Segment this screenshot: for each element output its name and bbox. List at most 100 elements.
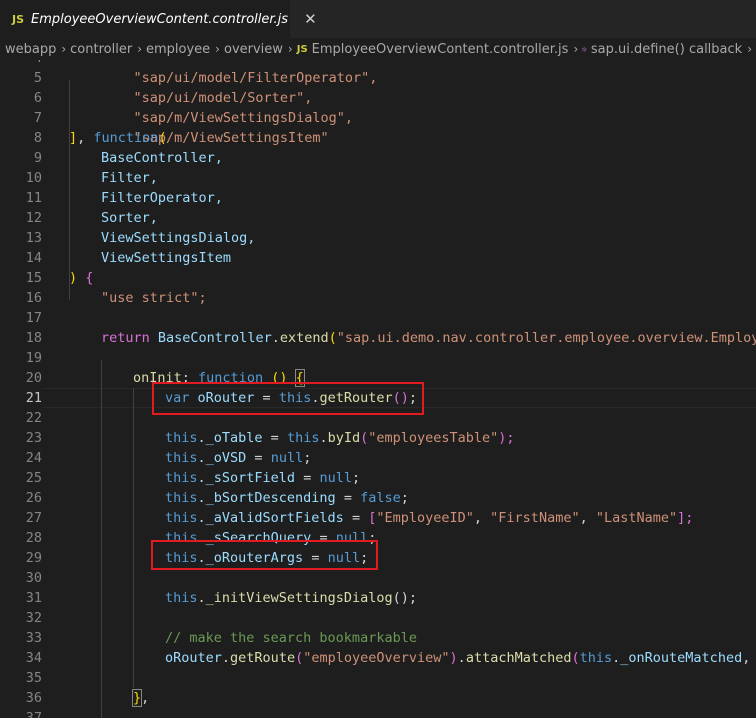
- keyword-token: return: [101, 330, 150, 346]
- line-number: 21: [25, 390, 42, 406]
- line-number: 33: [25, 630, 42, 646]
- line-number: 30: [25, 570, 42, 586]
- string-token: "employeesTable": [368, 430, 499, 446]
- breadcrumb-item-symbol[interactable]: sap.ui.define() callback: [591, 42, 742, 57]
- keyword-token: this: [165, 450, 198, 466]
- function-token: byId: [327, 430, 361, 446]
- property-token: ._sSortField: [197, 470, 296, 486]
- breadcrumb-item-controller[interactable]: controller: [70, 42, 132, 57]
- code-line: "sap/ui/model/FilterOperator",: [101, 60, 378, 86]
- chevron-right-icon: ›: [747, 42, 752, 56]
- punctuation-token: .: [221, 650, 231, 666]
- code-editor[interactable]: 4 5 6 7 8 9 10 11 12 13 14 15 16 17 18 1…: [0, 60, 756, 718]
- bracket-token: ): [449, 650, 458, 666]
- line-number: 15: [25, 270, 42, 286]
- punctuation-token: ,: [579, 510, 596, 526]
- punctuation-token: , t: [742, 650, 751, 666]
- code-line: Filter,: [101, 168, 158, 188]
- keyword-token: null: [319, 470, 352, 486]
- code-line: "sap/m/ViewSettingsDialog",: [101, 88, 353, 126]
- line-number: 36: [25, 690, 42, 706]
- close-icon[interactable]: ✕: [304, 10, 317, 28]
- keyword-token: null: [270, 450, 304, 466]
- code-line: // make the search bookmarkable: [165, 628, 417, 648]
- punctuation-token: .: [319, 430, 328, 446]
- line-number: 32: [25, 610, 42, 626]
- punctuation-token: ,: [473, 510, 491, 526]
- code-line: "sap/ui/model/Sorter",: [101, 68, 313, 106]
- code-line: this._aValidSortFields = ["EmployeeID", …: [165, 508, 693, 528]
- editor-tab[interactable]: JS EmployeeOverviewContent.controller.js…: [0, 0, 317, 38]
- tab-title: EmployeeOverviewContent.controller.js: [31, 11, 289, 27]
- indent-guide: [133, 388, 134, 688]
- bracket-token: ]: [69, 130, 78, 146]
- function-token: attachMatched: [465, 650, 572, 666]
- code-line: "sap/m/ViewSettingsItem": [101, 108, 329, 146]
- code-line: return BaseController.extend("sap.ui.dem…: [101, 328, 756, 348]
- bracket-token: (: [158, 130, 167, 146]
- javascript-file-icon: JS: [12, 12, 25, 26]
- chevron-right-icon: ›: [61, 42, 67, 56]
- string-token: "FirstName": [490, 510, 580, 526]
- bracket-token: ): [69, 270, 78, 286]
- code-line: FilterOperator,: [101, 188, 223, 208]
- punctuation-token: ();: [392, 590, 417, 606]
- bracket-token: }: [131, 689, 143, 707]
- line-number: 18: [25, 330, 42, 346]
- javascript-file-icon: JS: [296, 43, 308, 55]
- line-number: 28: [25, 530, 42, 546]
- chevron-right-icon: ›: [573, 42, 579, 56]
- punctuation-token: ;: [351, 470, 361, 486]
- breadcrumb-item-webapp[interactable]: webapp: [5, 42, 56, 57]
- property-token: ._oVSD: [197, 450, 247, 466]
- breadcrumb-item-overview[interactable]: overview: [224, 42, 283, 57]
- punctuation-token: .: [271, 330, 280, 346]
- keyword-token: function: [93, 130, 159, 146]
- parameter-token: BaseController,: [101, 150, 223, 166]
- line-number: 31: [25, 590, 42, 606]
- operator-token: =: [343, 510, 369, 526]
- operator-token: =: [262, 430, 287, 446]
- function-token: extend: [279, 330, 329, 346]
- breadcrumb-item-file[interactable]: EmployeeOverviewContent.controller.js: [312, 42, 569, 57]
- keyword-token: this: [165, 590, 198, 606]
- property-token: ._aValidSortFields: [197, 510, 344, 526]
- line-number: 11: [25, 190, 42, 206]
- code-line: ) {: [69, 268, 93, 288]
- code-line: Sorter,: [101, 208, 158, 228]
- chevron-right-icon: ›: [287, 42, 293, 56]
- string-token: "LastName": [595, 510, 678, 526]
- line-number: 23: [25, 430, 42, 446]
- variable-token: BaseController: [149, 330, 272, 346]
- punctuation-token: ;: [400, 490, 409, 506]
- string-token: "use strict";: [101, 290, 207, 306]
- line-number: 9: [33, 150, 42, 166]
- indent-guide: [101, 360, 102, 718]
- punctuation-token: ,: [77, 130, 94, 146]
- keyword-token: this: [165, 490, 198, 506]
- bracket-token: ];: [677, 510, 694, 526]
- line-number: 22: [25, 410, 42, 426]
- bracket-token: );: [498, 430, 515, 446]
- breadcrumb-item-employee[interactable]: employee: [146, 42, 210, 57]
- code-line: this._oTable = this.byId("employeesTable…: [165, 428, 515, 448]
- punctuation-token: ,: [141, 690, 150, 706]
- bracket-token: (: [328, 330, 337, 346]
- code-line: this._bSortDescending = false;: [165, 488, 409, 508]
- keyword-token: false: [360, 490, 401, 506]
- code-line: "use strict";: [101, 288, 207, 308]
- parameter-token: Filter,: [101, 170, 158, 186]
- keyword-token: this: [165, 510, 198, 526]
- function-token: getRoute: [230, 650, 296, 666]
- line-number: 29: [25, 550, 42, 566]
- code-line: this._sSortField = null;: [165, 468, 360, 488]
- function-token: _initViewSettingsDialog: [205, 590, 393, 606]
- line-number: 17: [25, 310, 42, 326]
- string-token: "employeeOverview": [303, 650, 450, 666]
- bracket-token: (: [571, 650, 580, 666]
- code-line: ], function(: [69, 128, 167, 148]
- breadcrumb: webapp › controller › employee › overvie…: [0, 38, 756, 60]
- line-number: 27: [25, 510, 42, 526]
- operator-token: =: [335, 490, 361, 506]
- line-number: 10: [25, 170, 42, 186]
